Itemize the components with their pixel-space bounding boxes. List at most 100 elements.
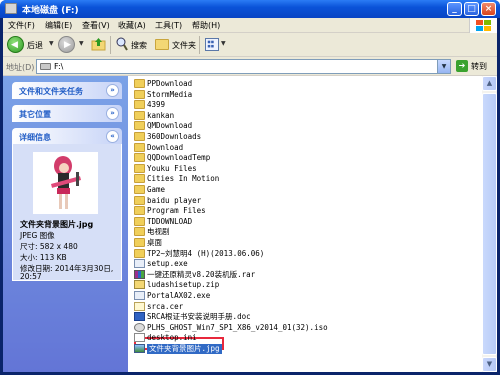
folder-icon bbox=[134, 195, 145, 205]
exe-icon bbox=[134, 291, 145, 300]
address-dropdown-icon[interactable]: ▼ bbox=[437, 60, 450, 73]
folders-icon bbox=[155, 39, 169, 50]
file-name: PPDownload bbox=[147, 79, 193, 88]
minimize-button[interactable]: _ bbox=[447, 2, 462, 16]
file-name: 4399 bbox=[147, 100, 166, 110]
ini-icon bbox=[134, 333, 145, 343]
scroll-up-button[interactable]: ▲ bbox=[482, 76, 497, 91]
image-thumbnail bbox=[33, 152, 98, 214]
details-header[interactable]: 详细信息 « bbox=[12, 128, 122, 145]
file-name: 桌面 bbox=[147, 238, 162, 247]
menu-file[interactable]: 文件(F) bbox=[8, 20, 35, 31]
forward-dropdown-icon[interactable]: ▼ bbox=[79, 40, 84, 47]
file-name: baidu player bbox=[147, 195, 202, 205]
close-button[interactable]: × bbox=[481, 2, 496, 16]
folders-button[interactable]: 文件夹 bbox=[172, 40, 196, 51]
file-name: 电视剧 bbox=[147, 227, 170, 237]
toolbar-separator bbox=[199, 36, 200, 54]
file-name: TP2~刘慧明4 (H)(2013.06.06) bbox=[147, 248, 265, 258]
forward-arrow-icon: ▶ bbox=[64, 40, 71, 50]
maximize-button[interactable]: □ bbox=[464, 2, 479, 16]
jpg-icon bbox=[134, 344, 145, 353]
file-name: kankan bbox=[147, 110, 175, 120]
folder-icon bbox=[134, 238, 145, 247]
file-name: QMDownload bbox=[147, 121, 193, 131]
folder-icon bbox=[134, 142, 145, 152]
file-name: SRCA根证书安装说明手册.doc bbox=[147, 312, 251, 322]
expand-chevron-icon[interactable]: » bbox=[106, 84, 119, 97]
expand-chevron-icon[interactable]: » bbox=[106, 107, 119, 120]
file-name: ludashisetup.zip bbox=[147, 280, 220, 290]
collapse-chevron-icon[interactable]: « bbox=[106, 130, 119, 143]
go-arrow-icon[interactable]: ➔ bbox=[456, 60, 468, 72]
menu-bar: 文件(F) 编辑(E) 查看(V) 收藏(A) 工具(T) 帮助(H) bbox=[3, 18, 497, 33]
folder-icon bbox=[134, 206, 145, 216]
folder-icon bbox=[134, 227, 145, 237]
back-dropdown-icon[interactable]: ▼ bbox=[49, 40, 54, 47]
folder-icon bbox=[134, 185, 145, 194]
windows-logo-icon bbox=[469, 18, 497, 33]
rar-icon bbox=[134, 269, 145, 279]
detail-type: JPEG 图像 bbox=[20, 231, 55, 240]
views-dropdown-icon[interactable]: ▼ bbox=[221, 40, 226, 47]
file-tasks-title: 文件和文件夹任务 bbox=[19, 87, 83, 96]
vertical-scrollbar[interactable]: ▲ ▼ bbox=[482, 76, 497, 372]
menu-edit[interactable]: 编辑(E) bbox=[45, 20, 72, 31]
address-label: 地址(D) bbox=[6, 63, 35, 72]
task-pane: 文件和文件夹任务 » 其它位置 » 详细信息 « 文件夹背景图片.jpg JPE… bbox=[3, 76, 128, 372]
detail-modified-time: 20:57 bbox=[20, 272, 42, 281]
folder-icon bbox=[134, 216, 145, 226]
scroll-thumb[interactable] bbox=[482, 93, 497, 355]
other-places-header[interactable]: 其它位置 » bbox=[12, 105, 122, 122]
menu-help[interactable]: 帮助(H) bbox=[192, 20, 220, 31]
address-bar: 地址(D) F:\ ▼ ➔ 转到 bbox=[3, 57, 497, 76]
folder-icon bbox=[134, 100, 145, 110]
back-label: 后退 bbox=[27, 41, 43, 50]
file-name: StormMedia bbox=[147, 89, 193, 99]
menu-tools[interactable]: 工具(T) bbox=[155, 20, 182, 31]
file-name: Game bbox=[147, 185, 166, 194]
back-button[interactable]: ◀ bbox=[7, 36, 24, 53]
file-name: Cities In Motion bbox=[147, 174, 220, 184]
folder-icon bbox=[134, 174, 145, 184]
title-bar[interactable]: 本地磁盘 (F:) _ □ × bbox=[0, 0, 500, 18]
file-list: PPDownload StormMedia 4399 kankan QMDownload… bbox=[134, 76, 475, 372]
file-name: TDDOWNLOAD bbox=[147, 216, 193, 226]
file-name: QQDownloadTemp bbox=[147, 153, 211, 163]
file-name: Download bbox=[147, 142, 184, 152]
file-name: srca.cer bbox=[147, 301, 184, 311]
forward-button[interactable]: ▶ bbox=[58, 36, 75, 53]
back-arrow-icon: ◀ bbox=[11, 40, 18, 50]
scroll-down-button[interactable]: ▼ bbox=[482, 357, 497, 372]
up-folder-icon[interactable] bbox=[91, 37, 106, 51]
file-name: Program Files bbox=[147, 206, 206, 216]
folder-icon bbox=[134, 163, 145, 173]
folder-icon bbox=[134, 121, 145, 131]
search-icon bbox=[116, 37, 128, 51]
file-name: Youku Files bbox=[147, 163, 197, 173]
menu-view[interactable]: 查看(V) bbox=[82, 20, 110, 31]
address-field[interactable]: F:\ ▼ bbox=[36, 59, 451, 74]
menu-favorites[interactable]: 收藏(A) bbox=[118, 20, 146, 31]
file-tasks-header[interactable]: 文件和文件夹任务 » bbox=[12, 82, 122, 99]
file-name: setup.exe bbox=[147, 259, 188, 269]
folder-icon bbox=[134, 110, 145, 120]
details-title: 详细信息 bbox=[19, 133, 51, 142]
file-name: PortalAX02.exe bbox=[147, 291, 211, 300]
details-panel: 文件夹背景图片.jpg JPEG 图像 尺寸: 582 x 480 大小: 11… bbox=[12, 144, 122, 281]
main-area: 文件和文件夹任务 » 其它位置 » 详细信息 « 文件夹背景图片.jpg JPE… bbox=[3, 76, 497, 372]
file-name: PLHS_GHOST_Win7_SP1_X86_v2014_01(32).iso bbox=[147, 322, 328, 332]
doc-icon bbox=[134, 312, 145, 322]
drive-icon bbox=[40, 63, 51, 70]
views-icon[interactable] bbox=[205, 38, 219, 51]
drive-icon bbox=[5, 3, 17, 14]
detail-dimensions: 尺寸: 582 x 480 bbox=[20, 242, 78, 251]
search-button[interactable]: 搜索 bbox=[131, 40, 147, 51]
go-button[interactable]: 转到 bbox=[471, 61, 487, 72]
file-name: 文件夹背景图片.jpg bbox=[147, 344, 222, 354]
explorer-window: 本地磁盘 (F:) _ □ × 文件(F) 编辑(E) 查看(V) 收藏(A) … bbox=[0, 0, 500, 375]
folder-icon bbox=[134, 248, 145, 258]
file-name: 360Downloads bbox=[147, 132, 202, 141]
detail-size: 大小: 113 KB bbox=[20, 253, 67, 262]
zip-icon bbox=[134, 280, 145, 290]
